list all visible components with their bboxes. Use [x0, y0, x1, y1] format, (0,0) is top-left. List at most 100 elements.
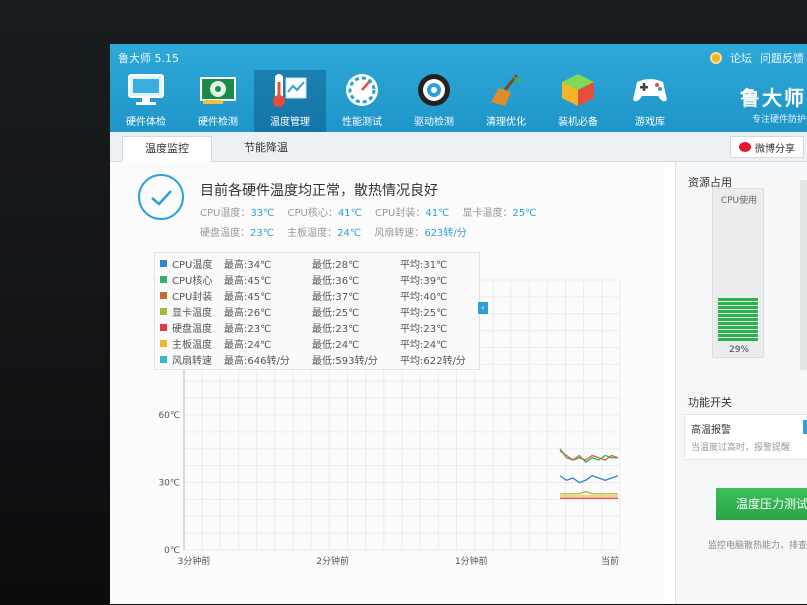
legend-avg: 平均:23℃ [400, 323, 448, 335]
nav-label: 装机必备 [558, 117, 598, 128]
legend-min: 最低:37℃ [312, 291, 360, 303]
weibo-share-button[interactable]: 微博分享 [730, 136, 804, 158]
nav-performance[interactable]: 性能测试 [326, 70, 398, 132]
tab-temperature-monitor[interactable]: 温度监控 [122, 136, 212, 162]
driver-gear-icon [414, 70, 454, 109]
x-tick-label: 3分钟前 [178, 555, 211, 567]
weibo-icon [739, 142, 751, 152]
legend-name: CPU温度 [172, 259, 213, 271]
legend-name: CPU核心 [172, 275, 213, 287]
speedometer-icon [342, 70, 382, 109]
legend-avg: 平均:40℃ [400, 291, 448, 303]
side-scroll-edge [800, 180, 807, 370]
legend-swatch [160, 307, 167, 315]
legend-min: 最低:28℃ [312, 259, 360, 271]
legend-min: 最低:24℃ [312, 339, 360, 351]
main-nav: 硬件体检 硬件检测 温度管理 性能测试 驱动检测 清理优化 装机必备 游戏库 [110, 70, 686, 132]
legend-max: 最高:45℃ [224, 291, 272, 303]
info-label: 风扇转速： [374, 228, 425, 239]
info-value: 41℃ [425, 208, 450, 219]
share-label: 微博分享 [755, 143, 795, 155]
x-tick-label: 1分钟前 [455, 555, 488, 567]
info-label: CPU温度： [200, 208, 251, 219]
legend-max: 最高:24℃ [224, 339, 272, 351]
chart-legend: CPU温度 最高:34℃ 最低:28℃ 平均:31℃ CPU核心 最高:45℃ 最低:36℃… [154, 252, 480, 370]
info-value: 25℃ [512, 208, 537, 219]
info-label: 显卡温度： [462, 208, 513, 219]
info-value: 623转/分 [424, 228, 467, 239]
graphics-card-icon [198, 70, 238, 109]
info-value: 41℃ [337, 208, 362, 219]
x-tick-label: 当前 [601, 555, 619, 567]
legend-avg: 平均:24℃ [400, 339, 448, 351]
medal-icon[interactable] [710, 52, 722, 64]
legend-min: 最低:36℃ [312, 275, 360, 287]
legend-swatch [160, 275, 167, 283]
info-value: 33℃ [250, 208, 275, 219]
check-circle-icon [138, 174, 184, 220]
legend-name: CPU封装 [172, 291, 213, 303]
screen-frame: 鲁大师 5.15 论坛 问题反馈 鲁大师 专注硬件防护 硬件体检 硬件检测 温度… [0, 0, 807, 605]
tab-bar: 温度监控 节能降温 微博分享 [110, 132, 807, 162]
info-label: CPU核心： [287, 208, 338, 219]
legend-row: 风扇转速 最高:646转/分 最低:593转/分 平均:622转/分 [155, 351, 479, 367]
y-tick-label: 0℃ [164, 546, 180, 556]
nav-hardware-detect[interactable]: 硬件检测 [182, 70, 254, 132]
legend-max: 最高:45℃ [224, 275, 272, 287]
nav-label: 驱动检测 [414, 117, 454, 128]
legend-row: 显卡温度 最高:26℃ 最低:25℃ 平均:25℃ [155, 303, 479, 319]
series-line [559, 475, 619, 484]
nav-essentials[interactable]: 装机必备 [542, 70, 614, 132]
collapse-legend-button[interactable]: ‹ [478, 302, 488, 314]
cpu-usage-percent: 29% [728, 345, 749, 355]
x-tick-label: 2分钟前 [316, 555, 349, 567]
legend-min: 最低:23℃ [312, 323, 360, 335]
nav-label: 硬件检测 [198, 117, 238, 128]
legend-swatch [160, 355, 167, 363]
thermometer-icon [270, 70, 310, 109]
cpu-usage-fill [718, 297, 758, 341]
legend-row: CPU封装 最高:45℃ 最低:37℃ 平均:40℃ [155, 287, 479, 303]
feedback-link[interactable]: 问题反馈 [760, 50, 804, 66]
tab-energy-saving[interactable]: 节能降温 [222, 136, 310, 162]
brand-slogan: 专注硬件防护 [751, 115, 806, 125]
status-headline: 目前各硬件温度均正常，散热情况良好 [200, 183, 438, 199]
nav-driver[interactable]: 驱动检测 [398, 70, 470, 132]
nav-hardware-check[interactable]: 硬件体检 [110, 70, 182, 132]
alert-description: 当温度过高时，报警提醒 [691, 443, 791, 453]
forum-link[interactable]: 论坛 [730, 50, 752, 66]
legend-swatch [160, 291, 167, 299]
switch-title: 功能开关 [688, 396, 732, 409]
nav-label: 清理优化 [486, 117, 526, 128]
nav-label: 游戏库 [635, 117, 665, 128]
legend-row: 主板温度 最高:24℃ 最低:24℃ 平均:24℃ [155, 335, 479, 351]
legend-max: 最高:646转/分 [224, 355, 290, 367]
nav-temperature[interactable]: 温度管理 [254, 70, 326, 132]
stress-test-button[interactable]: 温度压力测试 [716, 488, 807, 520]
info-label: 硬盘温度： [200, 228, 250, 239]
high-temp-alert-card: 高温报警 当温度过高时，报警提醒 已 [684, 414, 807, 460]
legend-swatch [160, 323, 167, 331]
series-line [560, 490, 618, 495]
y-tick-label: 30℃ [158, 479, 180, 489]
stress-test-note: 监控电脑散热能力，排查 [708, 541, 807, 551]
app-window: 鲁大师 5.15 论坛 问题反馈 鲁大师 专注硬件防护 硬件体检 硬件检测 温度… [110, 44, 807, 604]
legend-row: CPU核心 最高:45℃ 最低:36℃ 平均:39℃ [155, 271, 479, 287]
alert-toggle[interactable]: 已 [803, 420, 807, 434]
nav-cleanup[interactable]: 清理优化 [470, 70, 542, 132]
top-links: 论坛 问题反馈 [710, 50, 804, 66]
legend-row: 硬盘温度 最高:23℃ 最低:23℃ 平均:23℃ [155, 319, 479, 335]
legend-name: 主板温度 [172, 339, 212, 351]
info-label: 主板温度： [287, 228, 338, 239]
nav-games[interactable]: 游戏库 [614, 70, 686, 132]
legend-avg: 平均:622转/分 [400, 355, 466, 367]
status-row-2: 硬盘温度：23℃ 主板温度：24℃ 风扇转速：623转/分 [200, 224, 477, 239]
legend-swatch [160, 339, 167, 347]
broom-icon [486, 70, 526, 109]
legend-name: 风扇转速 [172, 355, 212, 367]
y-tick-label: 60℃ [158, 411, 180, 421]
side-panel: 资源占用 CPU使用 29% 功能开关 高温报警 当温度过高时，报警提醒 已 温… [675, 162, 807, 604]
info-label: CPU封装： [375, 208, 426, 219]
legend-row: CPU温度 最高:34℃ 最低:28℃ 平均:31℃ [155, 255, 479, 271]
monitor-icon [126, 70, 166, 109]
